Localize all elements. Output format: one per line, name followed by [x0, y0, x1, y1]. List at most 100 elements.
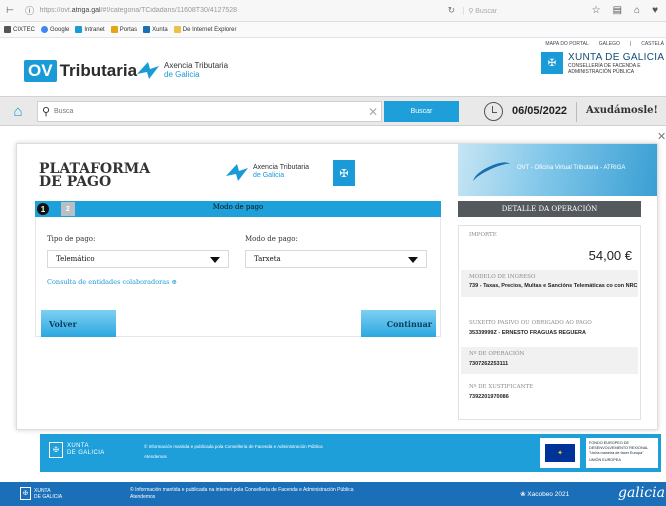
payment-modal: PLATAFORMA DE PAGO Axencia Tributaria de…	[16, 143, 658, 430]
plataforma-pago-title: PLATAFORMA DE PAGO	[39, 162, 150, 190]
xustificante-label: Nº DE XUSTIFICANTE	[469, 384, 534, 390]
tipo-pago-label: Tipo de pago:	[47, 235, 96, 243]
help-link[interactable]: Axudámosle!	[586, 105, 658, 116]
modal-close-icon[interactable]: ✕	[657, 130, 666, 143]
page-footer-xunta-logo: ✠ XUNTA DE GALICIA	[20, 487, 62, 500]
page-footer-info-line2[interactable]: Atendemos	[130, 494, 354, 501]
operacion-value: 7307262253111	[469, 361, 509, 367]
bookmarks-icon[interactable]: ▤	[613, 5, 622, 16]
operation-detail: IMPORTE 54,00 € MODELO DE INGRESO 739 - …	[458, 225, 641, 420]
xunta-emblem-icon: ✠	[333, 160, 355, 186]
bookmark-ie[interactable]: De Internet Explorer	[173, 25, 237, 34]
modo-pago-value: Tarxeta	[254, 255, 281, 263]
home-icon[interactable]: ⌂	[634, 5, 640, 16]
suxeito-label: SUXEITO PASIVO OU OBRIGADO AO PAGO	[469, 320, 592, 326]
atg-logo: Axencia Tributaria de Galicia	[136, 60, 228, 80]
modelo-value: 739 - Taxas, Precios, Multas e Sancións …	[469, 283, 638, 289]
browser-search-field[interactable]: ⚲ Buscar	[463, 6, 591, 15]
modal-atg-logo: Axencia Tributaria de Galicia	[225, 162, 309, 182]
ov-text: Tributaria	[59, 61, 138, 80]
page-footer-info: © Información mantida e publicada na int…	[130, 487, 354, 501]
swoosh-icon	[470, 158, 514, 188]
modal-atg-line2: de Galicia	[253, 172, 285, 179]
xunta-emblem-icon: ✠	[541, 52, 563, 74]
modo-pago-label: Modo de pago:	[245, 235, 298, 243]
continue-button[interactable]: Continuar	[361, 310, 436, 337]
browser-address-bar: ⊢ ⓘ https://ovt.atriga.gal/#!/categoria/…	[0, 0, 666, 22]
atg-line1: Axencia Tributaria	[164, 61, 229, 70]
bookmark-google[interactable]: Google	[41, 25, 70, 34]
banner-label: OVT - Oficina Virtual Tributaria - ATRIG…	[517, 165, 626, 171]
footer-info-line2[interactable]: Atendemos	[144, 452, 323, 462]
pocket-icon[interactable]: ♥	[652, 5, 658, 16]
galicia-logo: galicia	[618, 485, 665, 501]
home-icon[interactable]: ⌂	[8, 101, 28, 121]
folder-icon	[173, 25, 181, 33]
eu-flag-icon: ✦	[545, 444, 575, 462]
globe-icon: ⊕	[171, 278, 177, 286]
consult-entities-link[interactable]: Consulta de entidades colaboradoras ⊕	[47, 278, 177, 286]
star-icon[interactable]: ☆	[592, 5, 601, 16]
tipo-pago-select[interactable]: Telemático	[47, 250, 229, 268]
clock-icon	[484, 102, 503, 121]
chevron-down-icon	[210, 257, 220, 263]
back-button[interactable]: Volver	[41, 310, 116, 337]
search-box[interactable]: ⚲ ✕	[37, 101, 382, 122]
bookmark-label: Google	[50, 27, 70, 34]
reload-icon[interactable]: ↻	[440, 5, 464, 16]
detail-header: DETALLE DA OPERACIÓN	[458, 201, 641, 217]
atg-line2: de Galicia	[164, 70, 200, 79]
eu-label: UNIÓN EUROPEA	[589, 458, 621, 462]
url-domain: atriga.gal	[71, 7, 101, 14]
modal-header: PLATAFORMA DE PAGO Axencia Tributaria de…	[17, 144, 657, 196]
atg-bird-icon	[137, 62, 159, 79]
feder-text: FONDO EUROPEO DE DESENVOLVEMENTO REXIONA…	[589, 441, 649, 455]
search-button[interactable]: Buscar	[384, 101, 459, 122]
bookmark-xunta[interactable]: Xunta	[143, 25, 168, 34]
bookmark-label: Xunta	[152, 27, 168, 34]
clear-icon[interactable]: ✕	[365, 105, 381, 119]
modal-atg-line1: Axencia Tributaria	[253, 164, 310, 171]
site-header: MAPA DO PORTAL GALEGO | CASTELÁ OV Tribu…	[0, 38, 666, 96]
bookmark-label: Portas	[119, 27, 138, 34]
xunta-logo: ✠ XUNTA DE GALICIA CONSELLERÍA DE FACEND…	[541, 52, 664, 75]
title-line-2b: PAGO	[66, 174, 112, 190]
xunta-emblem-icon: ✠	[49, 442, 63, 458]
lang-galego-link[interactable]: GALEGO	[599, 41, 620, 47]
bookmark-portas[interactable]: Portas	[110, 25, 138, 34]
xunta-icon	[143, 25, 151, 33]
site-map-link[interactable]: MAPA DO PORTAL	[545, 41, 588, 47]
bookmark-intranet[interactable]: Intranet	[75, 25, 105, 33]
browser-search-placeholder: Buscar	[475, 7, 498, 15]
back-icon[interactable]: ⊢	[0, 5, 20, 16]
modelo-label: MODELO DE INGRESO	[469, 274, 536, 280]
search-band: ⌂ ⚲ ✕ Buscar 06/05/2022 Axudámosle!	[0, 96, 666, 126]
page-footer-xunta-line2: DE GALICIA	[34, 493, 63, 500]
xacobeo-text: Xacobeo 2021	[527, 491, 570, 498]
google-icon	[41, 25, 49, 33]
top-links: MAPA DO PORTAL GALEGO | CASTELÁ	[545, 41, 666, 47]
footer-xunta-line1: XUNTA	[67, 443, 89, 449]
suxeito-value: 35339999Z - ERNESTO FRAGUAS REGUERA	[469, 330, 586, 336]
footer-xunta-line2: DE GALICIA	[67, 450, 105, 456]
search-icon: ⚲	[41, 106, 51, 118]
portas-icon	[110, 25, 118, 33]
info-icon[interactable]: ⓘ	[20, 4, 40, 17]
ov-tributaria-logo[interactable]: OV Tributaria	[24, 60, 137, 82]
consult-link-text: Consulta de entidades colaboradoras	[47, 278, 170, 286]
url-prefix: https://ovt.	[39, 7, 72, 14]
search-input[interactable]	[54, 108, 365, 115]
feder-logo: FONDO EUROPEO DE DESENVOLVEMENTO REXIONA…	[586, 438, 658, 468]
url-field[interactable]: https://ovt.atriga.gal/#!/categoria/TCid…	[40, 7, 440, 14]
bookmark-cixtec[interactable]: CIXTEC	[4, 25, 35, 33]
lang-castela-link[interactable]: CASTELÁ	[641, 41, 664, 47]
intranet-icon	[75, 25, 83, 33]
page-footer-info-line1: © Información mantida e publicada na int…	[130, 487, 354, 493]
bookmark-label: De Internet Explorer	[182, 27, 237, 34]
steps-bar: Modo de pago 1 2	[35, 201, 441, 217]
step-1-indicator: 1	[37, 203, 49, 215]
modo-pago-select[interactable]: Tarxeta	[245, 250, 427, 268]
ov-badge: OV	[24, 60, 57, 82]
importe-label: IMPORTE	[469, 232, 497, 238]
footer-info: © Información mantida e publicada pola C…	[144, 442, 323, 462]
